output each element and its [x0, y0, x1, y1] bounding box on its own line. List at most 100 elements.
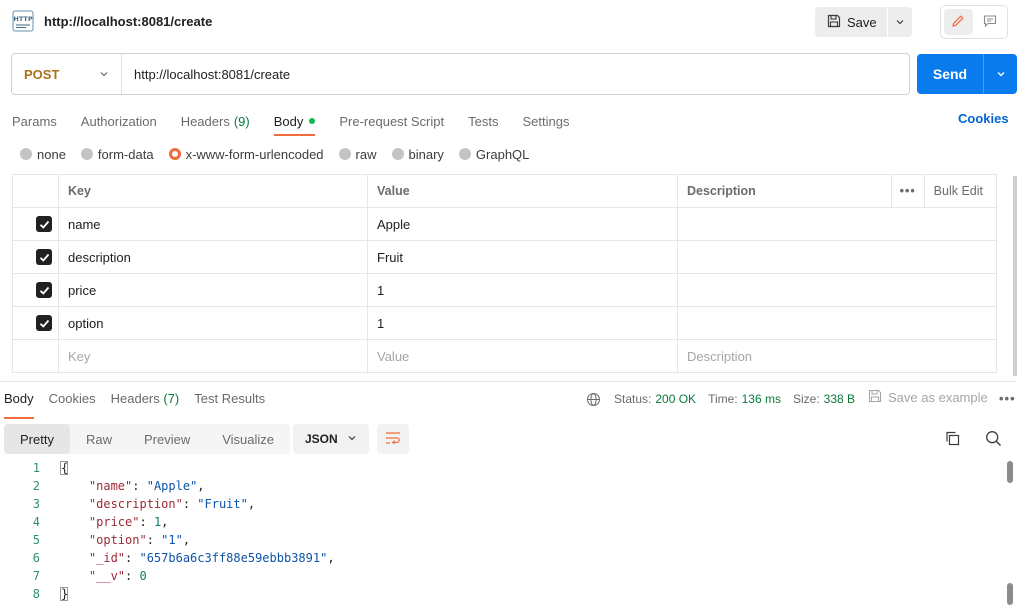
- format-label: JSON: [305, 432, 338, 446]
- tab-body[interactable]: Body: [273, 110, 316, 136]
- radio-raw[interactable]: raw: [338, 147, 377, 162]
- pencil-icon: [951, 14, 965, 31]
- chevron-down-icon: [99, 67, 109, 82]
- json-value: 0: [139, 569, 147, 583]
- tab-response-body[interactable]: Body: [4, 391, 34, 419]
- method-select[interactable]: POST: [12, 54, 122, 94]
- json-comma: ,: [247, 497, 256, 511]
- line-number: 8: [32, 587, 40, 601]
- tab-label: Cookies: [48, 391, 96, 406]
- scrollbar-thumb[interactable]: [1007, 583, 1013, 605]
- radio-circle: [458, 148, 471, 160]
- top-bar: HTTP http://localhost:8081/create Save: [0, 0, 1017, 44]
- row-value[interactable]: 1: [367, 273, 678, 307]
- row-value[interactable]: 1: [367, 306, 678, 340]
- save-as-example-button[interactable]: Save as example: [868, 389, 988, 406]
- radio-label: x-www-form-urlencoded: [185, 146, 324, 162]
- header-value: Value: [367, 174, 678, 208]
- value-placeholder[interactable]: Value: [367, 339, 678, 373]
- radio-label: form-data: [97, 146, 154, 162]
- header-key: Key: [58, 174, 368, 208]
- more-options-icon[interactable]: •••: [890, 175, 925, 207]
- cookies-link[interactable]: Cookies: [958, 111, 1009, 126]
- save-as-example-label: Save as example: [888, 390, 988, 405]
- request-tab-title[interactable]: http://localhost:8081/create: [44, 14, 212, 29]
- radio-x-www-form-urlencoded[interactable]: x-www-form-urlencoded: [168, 146, 324, 162]
- header-description-cell: Description ••• Bulk Edit: [677, 174, 997, 208]
- status-value[interactable]: 200 OK: [655, 392, 696, 406]
- radio-form-data[interactable]: form-data: [80, 146, 154, 162]
- send-options-button[interactable]: [983, 54, 1017, 94]
- row-checkbox[interactable]: [36, 249, 52, 265]
- view-pretty[interactable]: Pretty: [4, 424, 70, 454]
- bulk-edit-button[interactable]: Bulk Edit: [934, 184, 983, 198]
- code-scrollbar[interactable]: [1007, 459, 1013, 611]
- search-icon[interactable]: [985, 430, 1002, 450]
- row-description[interactable]: [677, 306, 997, 340]
- save-icon: [868, 389, 882, 406]
- tab-test-results[interactable]: Test Results: [194, 391, 265, 413]
- save-options-button[interactable]: [886, 7, 912, 37]
- row-key[interactable]: description: [58, 240, 368, 274]
- row-checkbox[interactable]: [36, 282, 52, 298]
- code-text: }: [60, 587, 68, 602]
- row-key[interactable]: name: [58, 207, 368, 241]
- tab-pre-request-script[interactable]: Pre-request Script: [339, 110, 444, 132]
- tab-response-cookies[interactable]: Cookies: [49, 391, 96, 413]
- save-button[interactable]: Save: [815, 7, 887, 37]
- view-visualize[interactable]: Visualize: [206, 424, 290, 454]
- row-description[interactable]: [677, 240, 997, 274]
- row-value[interactable]: Apple: [367, 207, 678, 241]
- open-brace: {: [60, 461, 69, 476]
- tab-label: Body: [273, 113, 304, 129]
- mode-toggle-group: [940, 5, 1008, 39]
- response-code-view[interactable]: 1 { 2 "name": "Apple", 3 "description": …: [0, 459, 1005, 603]
- radio-binary[interactable]: binary: [391, 147, 444, 162]
- copy-icon[interactable]: [944, 430, 961, 450]
- json-value: "1": [161, 533, 183, 547]
- code-line: 1 {: [0, 459, 1005, 477]
- response-more-icon[interactable]: •••: [999, 391, 1016, 406]
- json-value: "657b6a6c3ff88e59ebbb3891": [139, 551, 328, 565]
- size-value[interactable]: 338 B: [824, 392, 855, 406]
- format-select[interactable]: JSON: [293, 424, 369, 454]
- tab-authorization[interactable]: Authorization: [81, 110, 157, 132]
- globe-icon[interactable]: [586, 392, 601, 407]
- row-description[interactable]: [677, 207, 997, 241]
- pane-divider[interactable]: [0, 381, 1017, 382]
- url-bar: POST: [11, 53, 910, 95]
- tab-headers[interactable]: Headers (9): [181, 110, 250, 132]
- radio-none[interactable]: none: [20, 147, 66, 162]
- row-checkbox[interactable]: [36, 216, 52, 232]
- row-checkbox[interactable]: [36, 315, 52, 331]
- url-input[interactable]: [122, 55, 909, 93]
- json-comma: ,: [327, 551, 335, 565]
- description-placeholder[interactable]: Description: [677, 339, 997, 373]
- send-button[interactable]: Send: [917, 54, 983, 94]
- edit-mode-button[interactable]: [944, 9, 973, 35]
- status-label: Status:: [614, 392, 652, 406]
- tab-tests[interactable]: Tests: [468, 110, 498, 132]
- json-key: "option": [88, 533, 147, 547]
- view-raw[interactable]: Raw: [70, 424, 128, 454]
- wrap-lines-button[interactable]: [377, 424, 409, 454]
- key-placeholder[interactable]: Key: [58, 339, 368, 373]
- comments-button[interactable]: [976, 9, 1005, 35]
- scrollbar-thumb[interactable]: [1007, 461, 1013, 483]
- http-request-icon: HTTP: [12, 10, 34, 32]
- radio-graphql[interactable]: GraphQL: [458, 147, 529, 162]
- table-row: option 1: [12, 306, 997, 340]
- radio-circle: [338, 148, 351, 160]
- tab-label: Headers: [110, 391, 160, 406]
- row-key[interactable]: price: [58, 273, 368, 307]
- tab-params[interactable]: Params: [12, 110, 57, 132]
- request-pane-scrollbar[interactable]: [1013, 176, 1017, 376]
- view-preview[interactable]: Preview: [128, 424, 206, 454]
- row-key[interactable]: option: [58, 306, 368, 340]
- tab-response-headers[interactable]: Headers (7): [111, 391, 180, 413]
- time-value[interactable]: 136 ms: [742, 392, 781, 406]
- tab-settings[interactable]: Settings: [522, 110, 569, 132]
- row-description[interactable]: [677, 273, 997, 307]
- send-group: Send: [917, 54, 1017, 94]
- row-value[interactable]: Fruit: [367, 240, 678, 274]
